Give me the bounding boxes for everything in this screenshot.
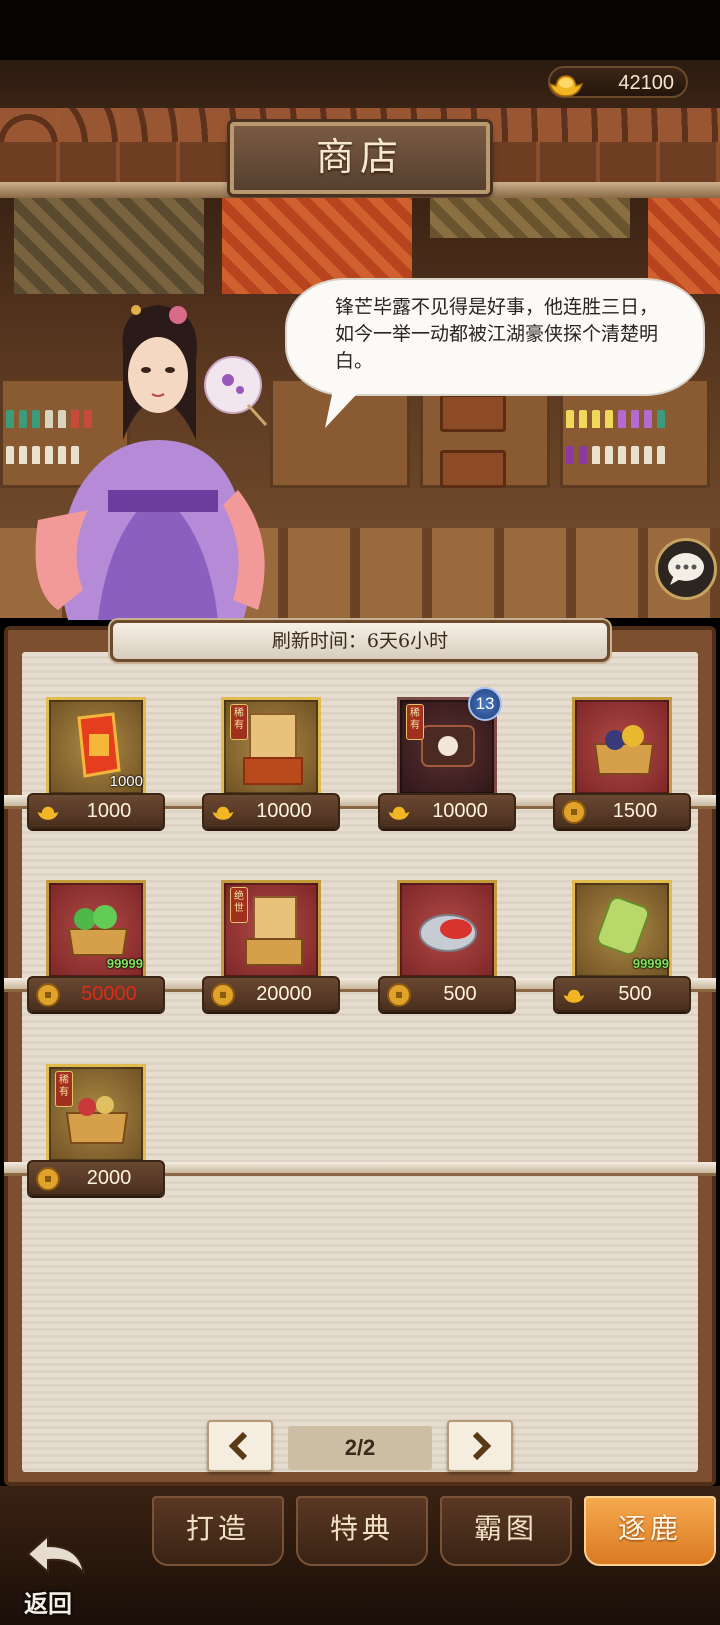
item-count: 1000 (109, 773, 143, 790)
rarity-tag: 稀有 (406, 704, 424, 740)
rare-treasure-box-tile: 稀有 (46, 1064, 146, 1164)
chevron-left-icon (228, 1431, 248, 1461)
price-value: 2000 (86, 1167, 132, 1189)
page-indicator: 2/2 (288, 1426, 432, 1470)
chat-bubble-icon (668, 553, 704, 585)
shop-item-rare-treasure-box[interactable]: 稀有 2000 (27, 1064, 167, 1204)
price-value: 10000 (432, 800, 488, 822)
price-bar: 10000 (378, 793, 516, 829)
gold-amount: 42100 (618, 72, 674, 94)
coin-icon (562, 800, 586, 824)
curtain-left (14, 198, 204, 294)
item-count: 99999 (106, 956, 143, 971)
shop-item-rare-scroll-chest[interactable]: 稀有 10000 (202, 697, 342, 837)
shop-item-rouge-box[interactable]: 500 (378, 880, 518, 1020)
bottles-right-2 (566, 446, 665, 464)
shop-item-legendary-scroll-chest[interactable]: 绝世 20000 (202, 880, 342, 1020)
price-value: 500 (618, 983, 652, 1005)
price-value: 10000 (256, 800, 312, 822)
gold-ingot-icon (37, 806, 59, 820)
ore-chest-icon (593, 725, 655, 775)
back-label: 返回 (24, 1589, 72, 1618)
price-bar: 10000 (202, 793, 340, 829)
back-arrow-icon (26, 1533, 85, 1575)
shop-item-rare-sealed-scroll[interactable]: 稀有 13 10000 (378, 687, 518, 837)
shop-item-jade-tablet[interactable]: 99999 500 (553, 880, 693, 1020)
refresh-timer-text: 刷新时间：6天6小时 (271, 630, 449, 652)
coin-icon (36, 1167, 60, 1191)
gold-ingot-icon (563, 989, 585, 1003)
status-area (0, 0, 720, 60)
shop-item-red-token[interactable]: 1000 1000 (27, 697, 167, 837)
rarity-tag: 稀有 (55, 1071, 73, 1107)
coin-icon (211, 983, 235, 1007)
gold-ingot-icon (548, 75, 584, 97)
rouge-box-tile (397, 880, 497, 980)
price-bar: 500 (378, 976, 516, 1012)
bottles-right (566, 410, 665, 428)
tab-craft[interactable]: 打造 (152, 1496, 284, 1566)
price-value: 1500 (612, 800, 658, 822)
price-bar: 20000 (202, 976, 340, 1012)
price-bar: 1500 (553, 793, 691, 829)
gold-balance[interactable]: 42100 (548, 66, 688, 98)
shop-item-jade-chest[interactable]: 99999 50000 (27, 880, 167, 1020)
legendary-scroll-chest-tile: 绝世 (221, 880, 321, 980)
ore-chest-tile (572, 697, 672, 797)
chevron-right-icon (472, 1431, 492, 1461)
speech-bubble-tail (325, 380, 370, 428)
price-value: 50000 (81, 983, 137, 1005)
rarity-tag: 绝世 (230, 887, 248, 923)
chat-button[interactable] (655, 538, 717, 600)
rouge-box-icon (419, 914, 477, 952)
item-count: 99999 (632, 956, 669, 971)
gold-ingot-icon (212, 806, 234, 820)
price-bar: 500 (553, 976, 691, 1012)
tab-dominion[interactable]: 霸图 (440, 1496, 572, 1566)
rare-scroll-chest-tile: 稀有 (221, 697, 321, 797)
tab-contest[interactable]: 逐鹿 (584, 1496, 716, 1566)
shopkeeper-character (35, 305, 268, 620)
price-value: 500 (443, 983, 477, 1005)
gold-ingot-icon (388, 806, 410, 820)
page-title: 商店 (230, 122, 490, 194)
rarity-tag: 稀有 (230, 704, 248, 740)
price-bar: 50000 (27, 976, 165, 1012)
price-bar: 1000 (27, 793, 165, 829)
quantity-badge: 13 (468, 687, 502, 721)
curtain-right (430, 198, 630, 238)
shop-item-ore-chest[interactable]: 1500 (553, 697, 693, 837)
prev-page-button[interactable] (207, 1420, 273, 1472)
price-bar: 2000 (27, 1160, 165, 1196)
back-button[interactable]: 返回 (18, 1530, 108, 1620)
next-page-button[interactable] (447, 1420, 513, 1472)
price-value: 1000 (86, 800, 132, 822)
coin-icon (36, 983, 60, 1007)
page-title-text: 商店 (315, 135, 404, 179)
coin-icon (387, 983, 411, 1007)
npc-dialogue: 锋芒毕露不见得是好事，他连胜三日，如今一举一动都被江湖豪侠探个清楚明白。 (335, 296, 659, 372)
chest-decoration (440, 394, 506, 432)
chest-decoration-2 (440, 450, 506, 488)
tab-special[interactable]: 特典 (296, 1496, 428, 1566)
price-value: 20000 (256, 983, 312, 1005)
refresh-timer: 刷新时间：6天6小时 (110, 620, 610, 662)
